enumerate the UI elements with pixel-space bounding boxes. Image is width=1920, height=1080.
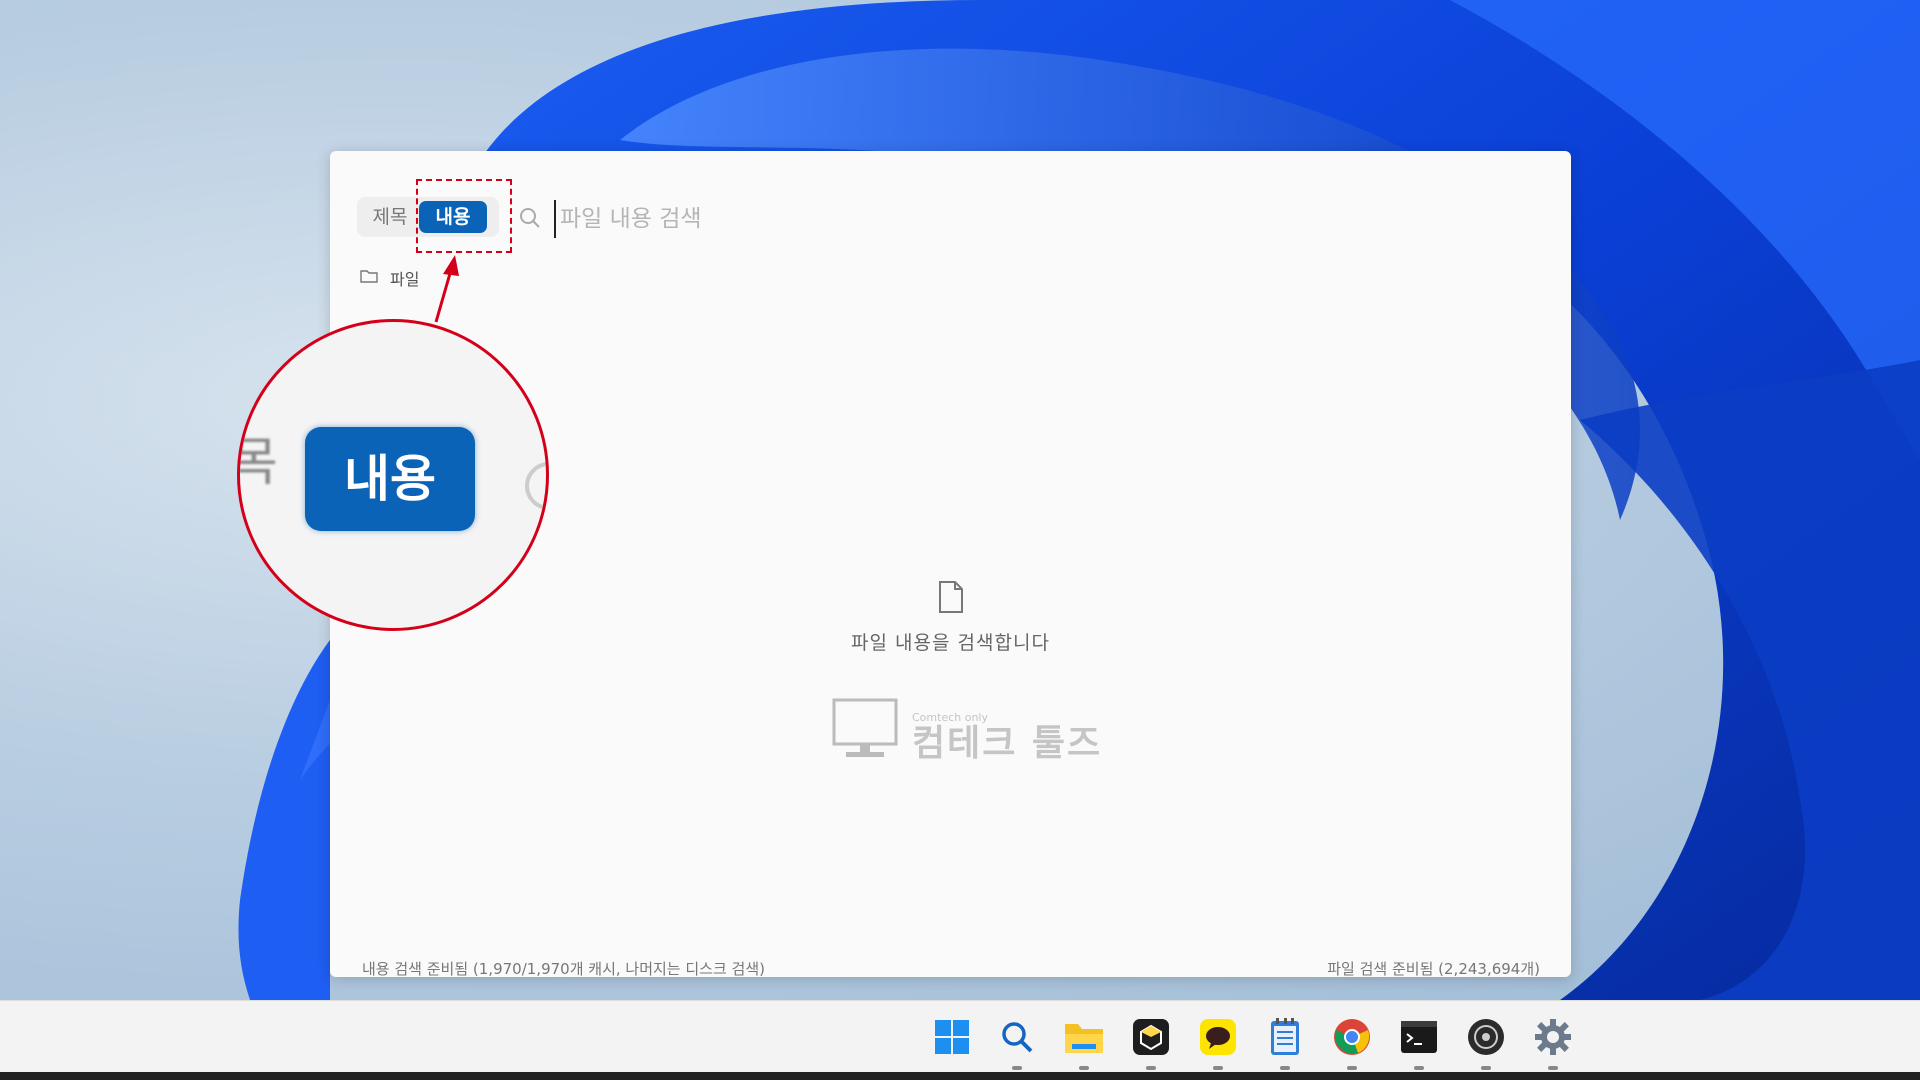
document-icon [330, 580, 1571, 618]
zoom-previous-fragment: 목 [240, 420, 278, 495]
app-cube-icon[interactable] [1130, 1016, 1172, 1070]
mode-title-button[interactable]: 제목 [363, 197, 417, 237]
settings-icon[interactable] [1532, 1016, 1574, 1070]
chrome-icon[interactable] [1331, 1016, 1373, 1070]
taskbar-edge [0, 1072, 1920, 1080]
filter-files-label: 파일 [390, 270, 420, 289]
kakaotalk-icon[interactable] [1197, 1016, 1239, 1070]
search-icon [518, 206, 542, 234]
highlight-box [416, 179, 512, 253]
terminal-icon[interactable] [1398, 1016, 1440, 1070]
monitor-icon [832, 698, 898, 764]
search-input[interactable] [554, 200, 1462, 238]
folder-icon [360, 268, 378, 288]
zoom-search-icon-fragment [525, 462, 546, 510]
file-explorer-icon[interactable] [1063, 1016, 1105, 1070]
photo-app-icon[interactable] [1465, 1016, 1507, 1070]
empty-state-message: 파일 내용을 검색합니다 [851, 632, 1050, 654]
watermark-title: 컴테크 툴즈 [912, 723, 1103, 764]
watermark: Comtech only 컴테크 툴즈 [832, 698, 1102, 764]
notepad-icon[interactable] [1264, 1016, 1306, 1070]
filter-files[interactable]: 파일 [360, 264, 419, 292]
zoom-callout: 목 내용 [237, 319, 549, 631]
file-search-status: 파일 검색 준비됨 (2,243,694개) [1327, 960, 1540, 978]
search-icon[interactable] [996, 1016, 1038, 1070]
content-search-status: 내용 검색 준비됨 (1,970/1,970개 캐시, 나머지는 디스크 검색) [362, 960, 765, 978]
empty-state: 파일 내용을 검색합니다 [330, 580, 1571, 655]
taskbar [0, 1000, 1920, 1073]
zoom-content-button: 내용 [305, 427, 475, 531]
windows-start-icon[interactable] [931, 1016, 973, 1058]
